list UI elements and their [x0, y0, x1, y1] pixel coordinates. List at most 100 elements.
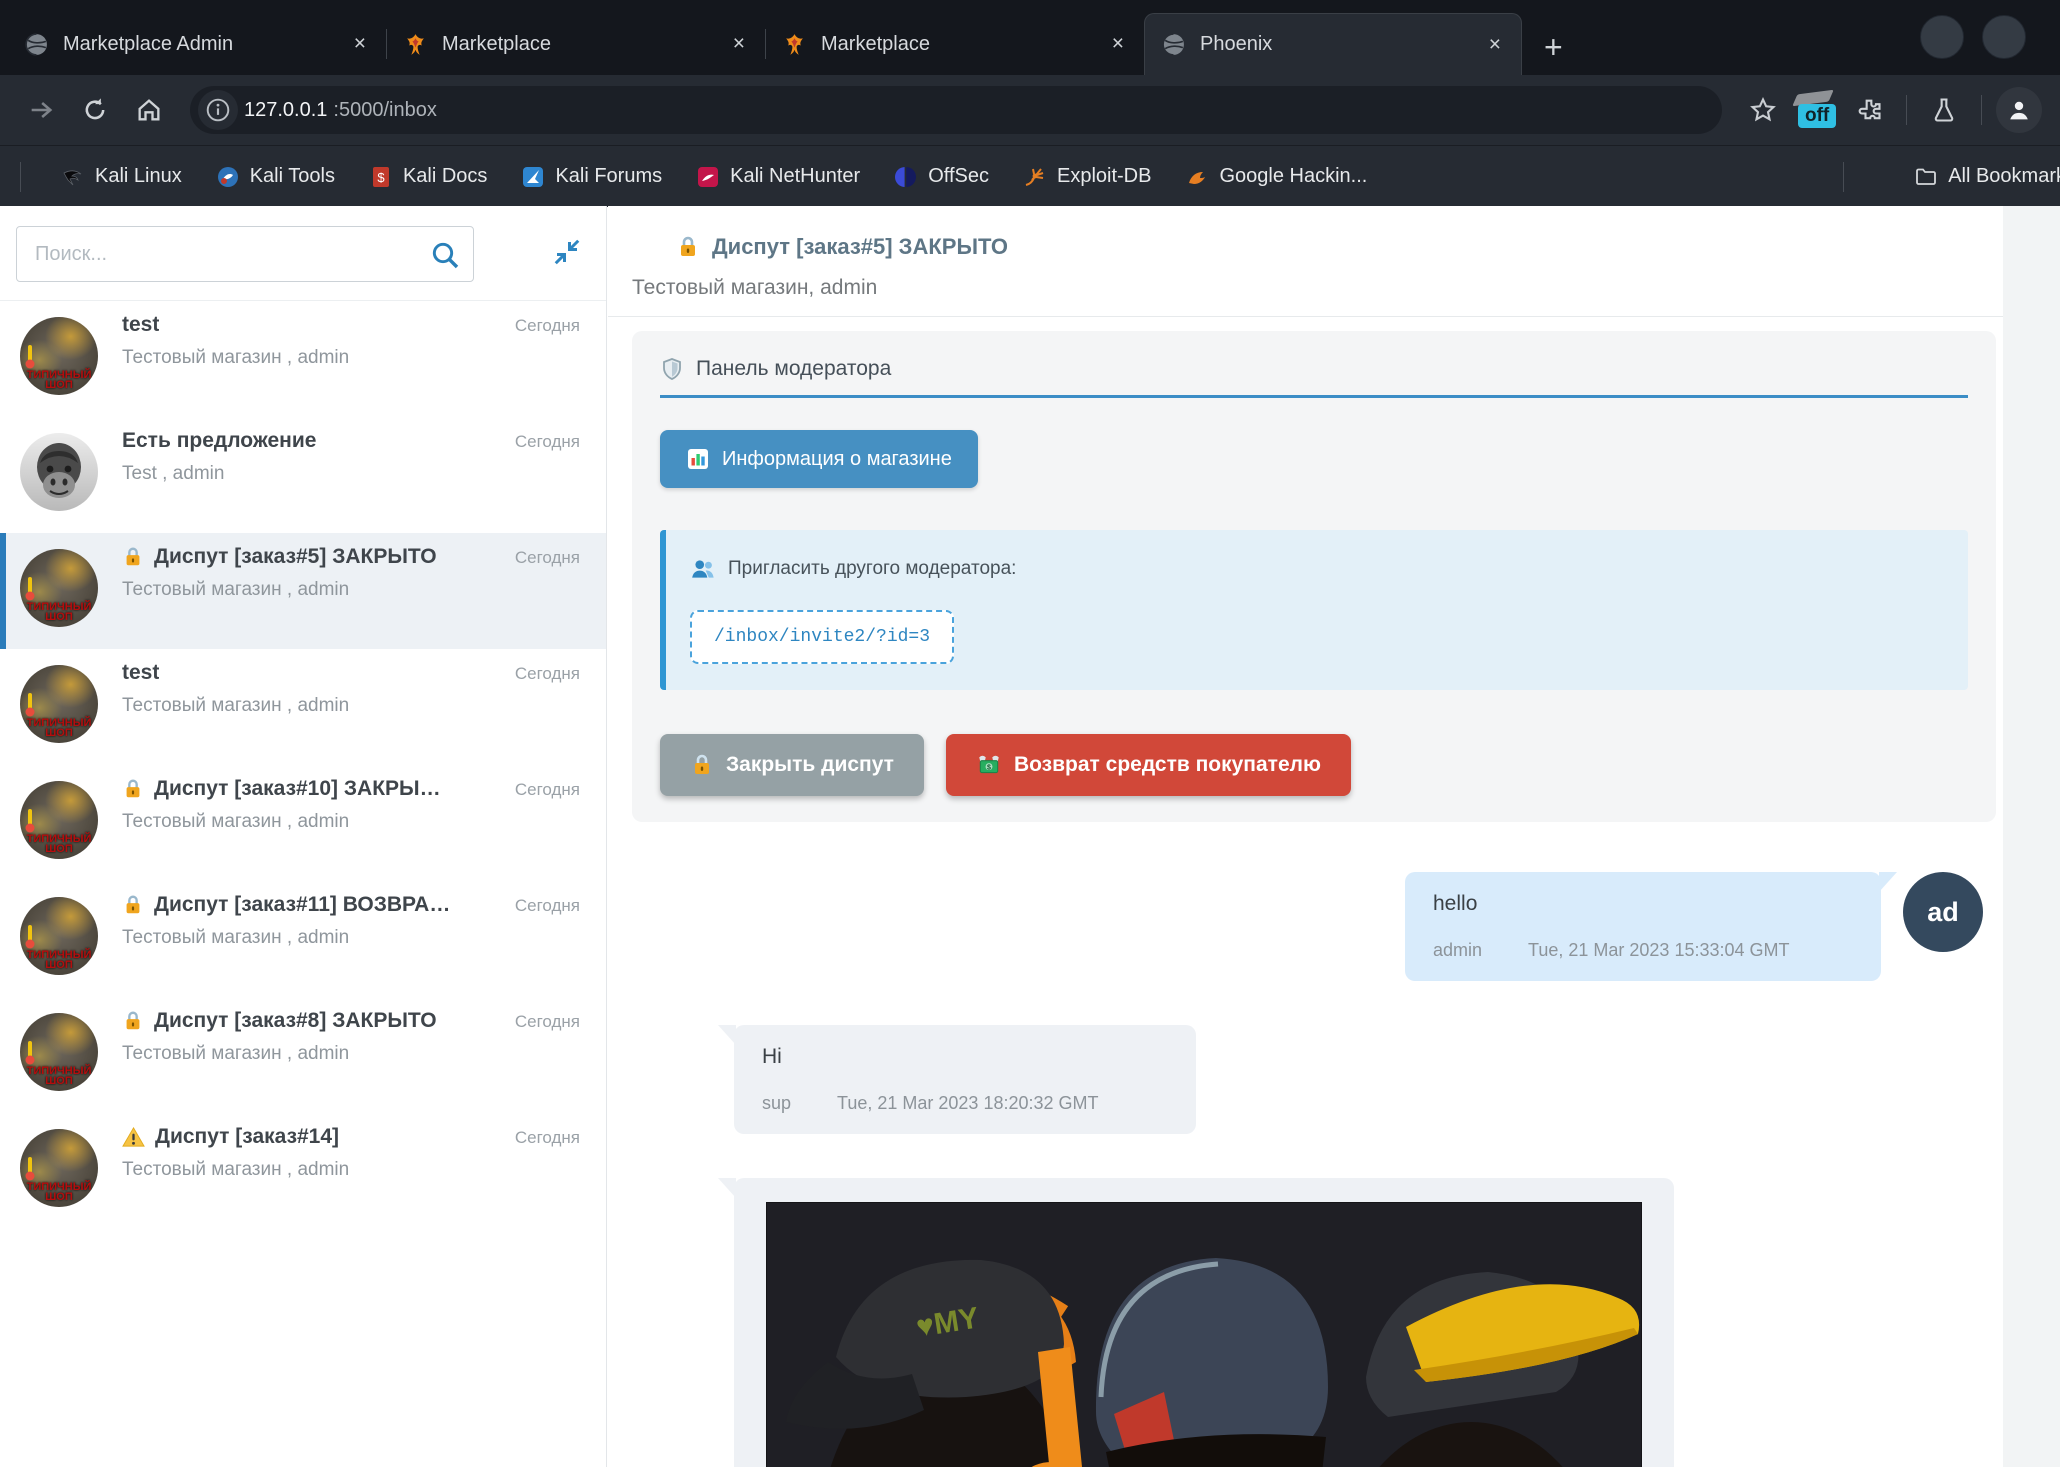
- conversation-date: Сегодня: [505, 1009, 580, 1032]
- conversation-members: Тестовый магазин , admin: [122, 1043, 580, 1065]
- conversation-title: Диспут [заказ#5] ЗАКРЫТО: [122, 545, 437, 569]
- conversation-item[interactable]: ТИПИЧНЫЙ ШОП Диспут [заказ#14] Сегодня Т…: [0, 1113, 606, 1229]
- bookmark-offsec[interactable]: OffSec: [894, 165, 989, 189]
- chat-participants: Тестовый магазин, admin: [632, 276, 1980, 300]
- conversation-date: Сегодня: [505, 313, 580, 336]
- shield-icon: [660, 357, 684, 381]
- avatar-caption: ТИПИЧНЫЙ ШОП: [20, 950, 98, 970]
- svg-text:$: $: [987, 764, 991, 771]
- browser-window: Marketplace Admin × Marketplace × Market…: [0, 0, 2060, 1467]
- scrollbar-track[interactable]: [2003, 206, 2060, 1467]
- conversation-item[interactable]: ТИПИЧНЫЙ ШОП test Сегодня Тестовый магаз…: [0, 301, 606, 417]
- conversation-item[interactable]: ТИПИЧНЫЙ ШОП test Сегодня Тестовый магаз…: [0, 649, 606, 765]
- lock-icon: [122, 546, 144, 568]
- conversation-item[interactable]: Есть предложение Сегодня Test , admin: [0, 417, 606, 533]
- conversation-item-selected[interactable]: ТИПИЧНЫЙ ШОП Диспут [заказ#5] ЗАКРЫТО Се…: [0, 533, 606, 649]
- tab-marketplace-admin[interactable]: Marketplace Admin ×: [8, 13, 386, 75]
- close-dispute-button[interactable]: Закрыть диспут: [660, 734, 924, 796]
- search-input[interactable]: [17, 227, 473, 281]
- bookmark-kali-linux[interactable]: Kali Linux: [61, 165, 182, 189]
- shop-avatar: ТИПИЧНЫЙ ШОП: [20, 897, 98, 975]
- thermometer-icon: [23, 575, 37, 601]
- conversation-date: Сегодня: [505, 661, 580, 684]
- tab-marketplace-1[interactable]: Marketplace ×: [387, 13, 765, 75]
- bookmark-label: OffSec: [928, 165, 989, 188]
- lock-icon: [690, 753, 714, 777]
- tab-title: Phoenix: [1200, 33, 1471, 56]
- warning-icon: [122, 1126, 145, 1149]
- bar-chart-icon: [686, 447, 710, 471]
- kali-nethunter-icon: [696, 165, 720, 189]
- conversation-item[interactable]: ТИПИЧНЫЙ ШОП Диспут [заказ#11] ВОЗВРА… С…: [0, 881, 606, 997]
- search-row: [0, 206, 606, 301]
- site-info-icon[interactable]: [198, 90, 238, 130]
- search-icon[interactable]: [429, 239, 461, 276]
- profile-icon[interactable]: [1996, 87, 2042, 133]
- bookmark-kali-forums[interactable]: Kali Forums: [521, 165, 662, 189]
- moderator-panel-title: Панель модератора: [660, 357, 1968, 398]
- bookmark-exploit-db[interactable]: Exploit-DB: [1023, 165, 1151, 189]
- tab-close-icon[interactable]: ×: [1108, 32, 1128, 56]
- exploit-db-wasp-icon: [1023, 165, 1047, 189]
- avatar-caption: ТИПИЧНЫЙ ШОП: [20, 1066, 98, 1086]
- bookmark-google-hacking[interactable]: Google Hackin...: [1185, 165, 1367, 189]
- tab-phoenix-active[interactable]: Phoenix ×: [1144, 13, 1522, 75]
- kali-docs-icon: $: [369, 165, 393, 189]
- shop-info-button[interactable]: Информация о магазине: [660, 430, 978, 488]
- new-tab-button[interactable]: +: [1544, 31, 1563, 63]
- search-box: [16, 226, 474, 282]
- phoenix-icon: [403, 32, 428, 57]
- home-button[interactable]: [126, 87, 172, 133]
- moderator-panel: Панель модератора Информация о магазине …: [632, 331, 1996, 822]
- offsec-icon: [894, 165, 918, 189]
- bookmark-kali-docs[interactable]: $ Kali Docs: [369, 165, 487, 189]
- invite-moderator-block: Пригласить другого модератора: /inbox/in…: [660, 530, 1968, 690]
- conversation-members: Тестовый магазин , admin: [122, 347, 580, 369]
- tab-close-icon[interactable]: ×: [729, 32, 749, 56]
- kali-linux-icon: [61, 165, 85, 189]
- invite-link[interactable]: /inbox/invite2/?id=3: [690, 610, 954, 664]
- thermometer-icon: [23, 923, 37, 949]
- shop-avatar: ТИПИЧНЫЙ ШОП: [20, 665, 98, 743]
- thermometer-icon: [23, 1039, 37, 1065]
- bookmark-label: Kali Tools: [250, 165, 335, 188]
- google-hacking-bird-icon: [1185, 165, 1209, 189]
- tab-close-icon[interactable]: ×: [1485, 33, 1505, 57]
- conversation-item[interactable]: ТИПИЧНЫЙ ШОП Диспут [заказ#8] ЗАКРЫТО Се…: [0, 997, 606, 1113]
- collapse-sidebar-icon[interactable]: [552, 237, 582, 272]
- conversation-date: Сегодня: [505, 545, 580, 568]
- conversation-members: Тестовый магазин , admin: [122, 927, 580, 949]
- kali-forums-icon: [521, 165, 545, 189]
- window-close-button[interactable]: [1982, 15, 2026, 59]
- bookmark-kali-tools[interactable]: Kali Tools: [216, 165, 335, 189]
- all-bookmarks-button[interactable]: All Bookmarks: [1914, 165, 2060, 189]
- refund-buyer-button[interactable]: $ Возврат средств покупателю: [946, 734, 1351, 796]
- shop-avatar: ТИПИЧНЫЙ ШОП: [20, 781, 98, 859]
- avatar-caption: ТИПИЧНЫЙ ШОП: [20, 1182, 98, 1202]
- message-bubble: Hi sup Tue, 21 Mar 2023 18:20:32 GMT: [734, 1025, 1196, 1134]
- adblocker-extension-icon[interactable]: off: [1794, 88, 1838, 132]
- tab-marketplace-2[interactable]: Marketplace ×: [766, 13, 1144, 75]
- shop-avatar: ТИПИЧНЫЙ ШОП: [20, 549, 98, 627]
- conversation-title: Диспут [заказ#11] ВОЗВРА…: [122, 893, 450, 917]
- toolbar-separator: [1906, 95, 1907, 125]
- bookmark-label: Google Hackin...: [1219, 165, 1367, 188]
- conversation-item[interactable]: ТИПИЧНЫЙ ШОП Диспут [заказ#10] ЗАКРЫ… Се…: [0, 765, 606, 881]
- bookmark-star-icon[interactable]: [1740, 87, 1786, 133]
- globe-icon: [1161, 32, 1186, 57]
- folder-icon: [1914, 165, 1938, 189]
- forward-button[interactable]: [18, 87, 64, 133]
- conversation-title: Диспут [заказ#10] ЗАКРЫ…: [122, 777, 441, 801]
- bookmark-kali-nethunter[interactable]: Kali NetHunter: [696, 165, 860, 189]
- extensions-puzzle-icon[interactable]: [1846, 87, 1892, 133]
- reload-button[interactable]: [72, 87, 118, 133]
- tab-title: Marketplace: [821, 33, 1094, 56]
- three-apes-image-attachment[interactable]: ♥MY: [766, 1202, 1642, 1467]
- phoenix-icon: [782, 32, 807, 57]
- conversation-title: Диспут [заказ#14]: [122, 1125, 339, 1149]
- tab-close-icon[interactable]: ×: [350, 32, 370, 56]
- flask-icon[interactable]: [1921, 87, 1967, 133]
- invite-moderator-label: Пригласить другого модератора:: [690, 556, 1944, 582]
- url-bar[interactable]: 127.0.0.1 :5000/inbox: [190, 86, 1722, 134]
- window-minimize-button[interactable]: [1920, 15, 1964, 59]
